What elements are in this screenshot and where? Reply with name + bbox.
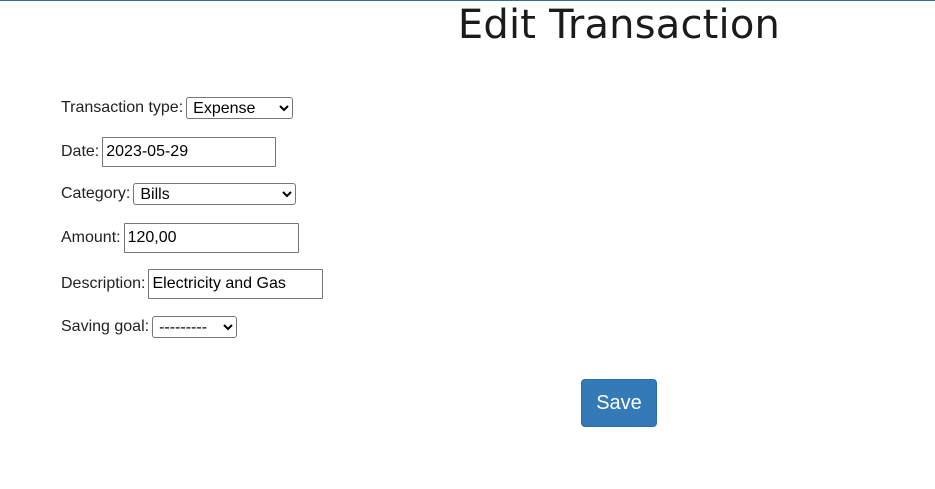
amount-input[interactable] [123,223,299,253]
category-select[interactable]: Bills [133,183,297,205]
save-button[interactable]: Save [581,379,657,427]
date-label: Date: [61,143,100,160]
date-input[interactable] [102,137,277,167]
page-title: Edit Transaction [457,2,781,48]
saving-goal-label: Saving goal: [61,318,150,335]
category-label: Category: [61,185,131,202]
saving-goal-row: Saving goal: --------- [61,316,238,338]
category-row: Category: Bills [61,183,297,205]
transaction-type-row: Transaction type: Expense [61,97,294,119]
saving-goal-select[interactable]: --------- [152,316,238,338]
date-row: Date: [61,137,277,167]
amount-row: Amount: [61,223,299,253]
transaction-type-label: Transaction type: [61,99,184,116]
description-row: Description: [61,269,324,299]
top-divider [0,0,935,1]
amount-label: Amount: [61,229,121,246]
transaction-type-select[interactable]: Expense [186,97,294,119]
description-label: Description: [61,275,146,292]
description-input[interactable] [148,269,324,299]
